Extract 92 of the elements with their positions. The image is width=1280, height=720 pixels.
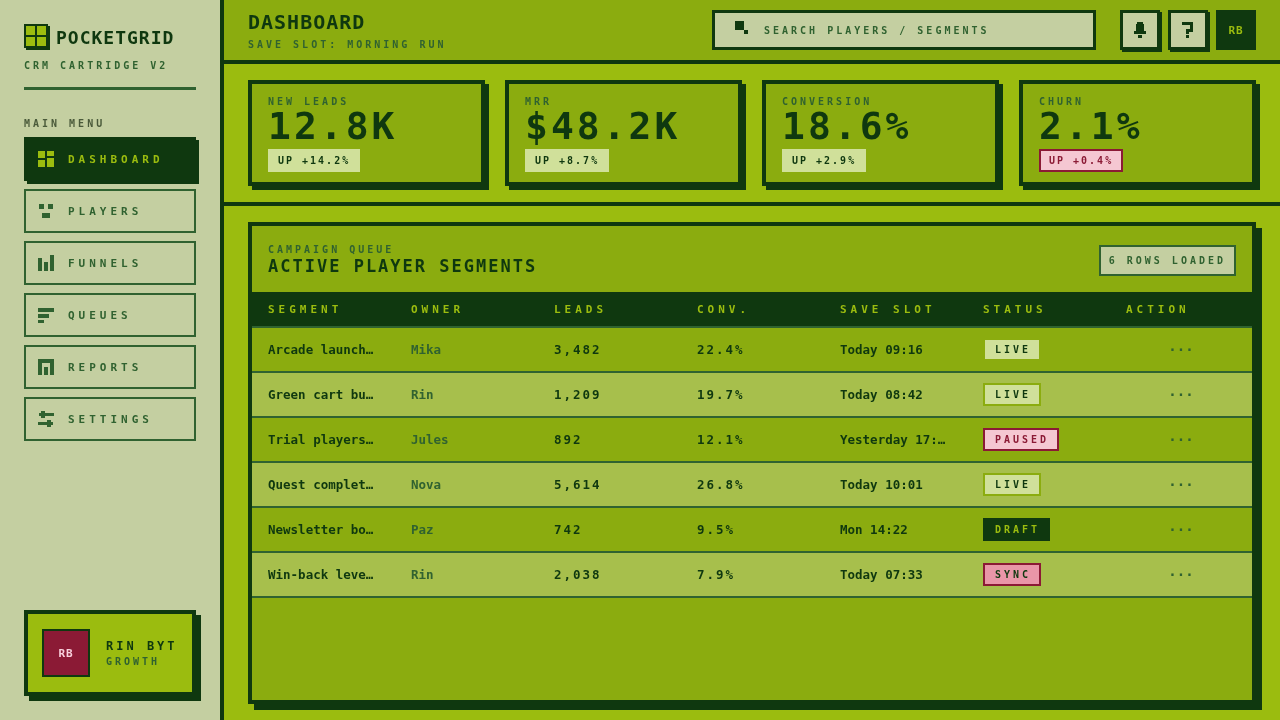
sidebar-item[interactable]: FUNNELS	[24, 241, 196, 285]
owner-cell: Mika	[411, 342, 442, 357]
column-header[interactable]: OWNER	[411, 302, 554, 316]
column-header[interactable]: SAVE SLOT	[840, 302, 983, 316]
kpi-value: 18.6%	[782, 107, 912, 145]
save-slot-cell: Mon 14:22	[840, 522, 908, 537]
status-badge: LIVE	[983, 473, 1042, 496]
brand-tagline: CRM CARTRIDGE V2	[24, 60, 170, 71]
search-field[interactable]: SEARCH PLAYERS / SEGMENTS	[712, 10, 1096, 50]
segment-cell: Trial players…	[268, 432, 374, 447]
panel-eyebrow: CAMPAIGN QUEUE	[268, 244, 396, 255]
segment-cell: Arcade launch…	[268, 342, 374, 357]
segment-cell: Green cart bu…	[268, 387, 374, 402]
grid-icon	[38, 151, 54, 167]
sliders-icon	[38, 411, 54, 427]
kpi-change-badge: UP +8.7%	[525, 149, 610, 172]
kpi-value: 12.8K	[268, 107, 398, 145]
status-badge: SYNC	[983, 563, 1042, 586]
segment-cell: Newsletter bo…	[268, 522, 374, 537]
status-badge: LIVE	[983, 338, 1042, 361]
row-action-button[interactable]: ···	[1166, 476, 1196, 493]
column-header[interactable]: CONV.	[697, 302, 840, 316]
status-badge: LIVE	[983, 383, 1042, 406]
leads-cell: 5,614	[554, 477, 602, 492]
conversion-cell: 22.4%	[697, 342, 745, 357]
brand-name: POCKETGRID	[56, 26, 175, 48]
save-slot-cell: Today 09:16	[840, 342, 923, 357]
conversion-cell: 9.5%	[697, 522, 736, 537]
leads-cell: 892	[554, 432, 583, 447]
account-avatar-button[interactable]: RB	[1216, 10, 1256, 50]
column-header[interactable]: LEADS	[554, 302, 697, 316]
list-lines-icon	[38, 307, 54, 323]
sidebar-item[interactable]: REPORTS	[24, 345, 196, 389]
sidebar-item[interactable]: SETTINGS	[24, 397, 196, 441]
save-slot-cell: Today 08:42	[840, 387, 923, 402]
search-icon	[735, 21, 748, 34]
row-action-button[interactable]: ···	[1166, 566, 1196, 583]
kpi-change-badge: UP +0.4%	[1039, 149, 1124, 172]
user-name: RIN BYT	[106, 639, 178, 653]
report-icon	[38, 359, 54, 375]
owner-cell: Paz	[411, 522, 434, 537]
kpi-label: CONVERSION	[782, 96, 873, 107]
segment-cell: Win-back leve…	[268, 567, 374, 582]
table-row[interactable]: Quest complet… Nova 5,614 26.8% Today 10:01 LIVE ···	[252, 463, 1252, 508]
conversion-cell: 26.8%	[697, 477, 745, 492]
table-row[interactable]: Win-back leve… Rin 2,038 7.9% Today 07:33 SYNC ···	[252, 553, 1252, 598]
bar-chart-icon	[38, 255, 54, 271]
column-header[interactable]: STATUS	[983, 302, 1126, 316]
leads-cell: 2,038	[554, 567, 602, 582]
help-icon	[1181, 22, 1195, 38]
leads-cell: 742	[554, 522, 583, 537]
owner-cell: Jules	[411, 432, 449, 447]
kpi-change-badge: UP +14.2%	[268, 149, 361, 172]
status-badge: PAUSED	[983, 428, 1060, 451]
save-slot-cell: Today 07:33	[840, 567, 923, 582]
kpi-value: $48.2K	[525, 107, 681, 145]
owner-cell: Rin	[411, 567, 434, 582]
leads-cell: 1,209	[554, 387, 602, 402]
sidebar-item[interactable]: QUEUES	[24, 293, 196, 337]
table-row[interactable]: Green cart bu… Rin 1,209 19.7% Today 08:42 LIVE ···	[252, 373, 1252, 418]
status-badge: DRAFT	[983, 518, 1051, 541]
conversion-cell: 19.7%	[697, 387, 745, 402]
kpi-change-badge: UP +2.9%	[782, 149, 867, 172]
conversion-cell: 12.1%	[697, 432, 745, 447]
leads-cell: 3,482	[554, 342, 602, 357]
menu-heading: MAIN MENU	[24, 118, 107, 129]
logo-icon	[24, 24, 50, 50]
help-button[interactable]	[1168, 10, 1208, 50]
bell-icon	[1133, 22, 1147, 38]
page-subtitle: SAVE SLOT: MORNING RUN	[248, 38, 447, 50]
segment-cell: Quest complet…	[268, 477, 374, 492]
pixel-face-icon	[38, 203, 54, 219]
kpi-label: CHURN	[1039, 96, 1085, 107]
kpi-label: NEW LEADS	[268, 96, 350, 107]
kpi-value: 2.1%	[1039, 107, 1143, 145]
column-header[interactable]: ACTION	[1126, 302, 1236, 316]
panel-title: ACTIVE PLAYER SEGMENTS	[268, 256, 538, 276]
column-header[interactable]: SEGMENT	[268, 302, 411, 316]
user-avatar: RB	[42, 629, 90, 677]
page-title: DASHBOARD	[248, 10, 367, 33]
user-role: GROWTH	[106, 656, 162, 667]
save-slot-cell: Yesterday 17:…	[840, 432, 946, 447]
sidebar-item[interactable]: DASHBOARD	[24, 137, 196, 181]
rows-loaded-badge: 6 ROWS LOADED	[1098, 244, 1236, 276]
save-slot-cell: Today 10:01	[840, 477, 923, 492]
kpi-label: MRR	[525, 96, 553, 107]
owner-cell: Rin	[411, 387, 434, 402]
notifications-button[interactable]	[1120, 10, 1160, 50]
owner-cell: Nova	[411, 477, 442, 492]
row-action-button[interactable]: ···	[1166, 386, 1196, 403]
sidebar-item[interactable]: PLAYERS	[24, 189, 196, 233]
conversion-cell: 7.9%	[697, 567, 736, 582]
